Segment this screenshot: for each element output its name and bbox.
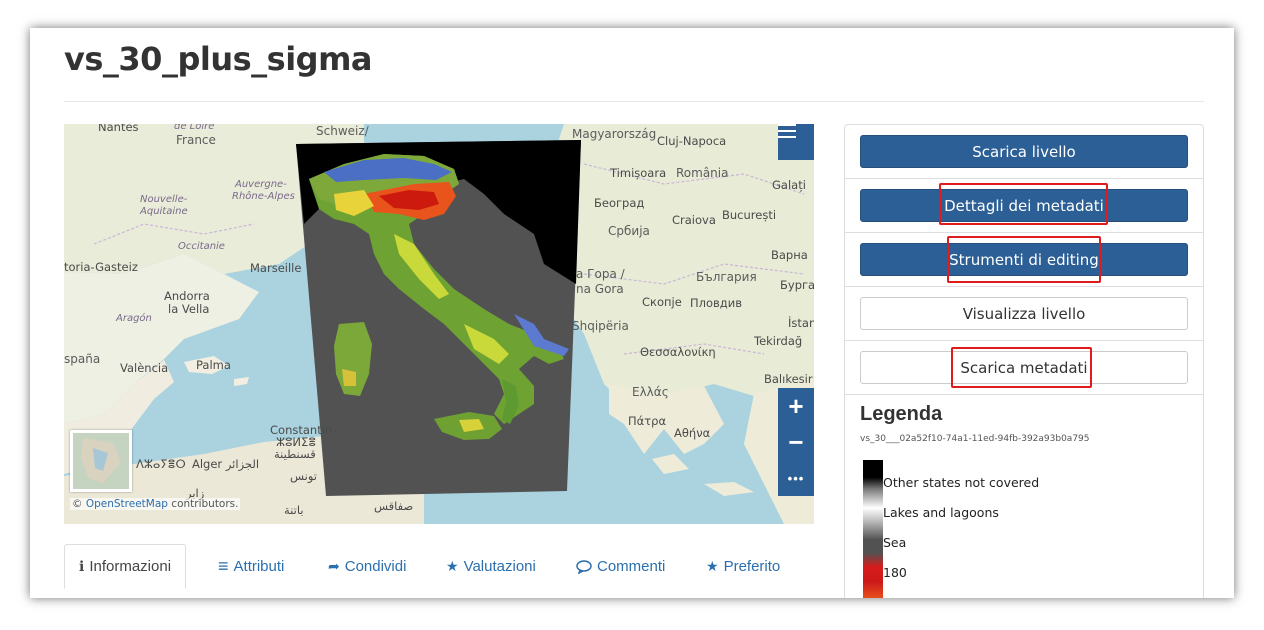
page-title: vs_30_plus_sigma — [64, 40, 373, 78]
map-label: Θεσσαλονίκη — [640, 345, 716, 359]
tab-label: Preferito — [723, 558, 781, 575]
map-label: България — [696, 270, 757, 284]
panel-row: Strumenti di editing — [845, 233, 1203, 287]
map-label: а Гора / — [576, 267, 625, 281]
tab-label: Informazioni — [89, 558, 172, 575]
legend-item: Lakes and lagoons — [883, 505, 999, 520]
map-label: Aquitaine — [140, 206, 188, 217]
tab-commenti[interactable]: Commenti — [562, 544, 679, 589]
tab-valutazioni[interactable]: ★ Valutazioni — [432, 544, 550, 589]
map-label: spaña — [64, 352, 101, 366]
map-label: Andorra — [164, 289, 210, 303]
map-label: Nantes — [98, 124, 139, 134]
map-label: Palma — [196, 358, 231, 372]
attribution-suffix: contributors. — [167, 498, 239, 510]
main-frame: vs_30_plus_sigma Nantes de Loire France … — [30, 28, 1234, 598]
legend-layer-id: vs_30___02a52f10-74a1-11ed-94fb-392a93b0… — [860, 434, 1090, 444]
legend-color-ramp — [863, 460, 883, 598]
map-label: Nouvelle- — [140, 194, 188, 205]
tab-label: Condividi — [344, 558, 407, 575]
map-label: Aragón — [116, 313, 152, 324]
panel-row: Scarica metadati — [845, 341, 1203, 395]
menu-icon — [778, 124, 796, 138]
panel-row: Dettagli dei metadati — [845, 179, 1203, 233]
map-label: Пловдив — [690, 296, 743, 310]
map-label: Србија — [608, 224, 650, 238]
map-label: Alger الجزائر — [192, 457, 260, 471]
map-menu-button[interactable] — [778, 124, 814, 160]
map-label: la Vella — [168, 302, 210, 316]
map-label: Marseille — [250, 261, 302, 275]
tab-preferito[interactable]: ★ Preferito — [692, 544, 794, 589]
map-label: Balıkesir — [764, 372, 813, 386]
map-label: Magyarország — [572, 127, 657, 141]
map-label: Πάτρα — [628, 414, 667, 428]
map-attribution: © OpenStreetMap contributors. — [70, 498, 241, 510]
map-label: toria-Gasteiz — [64, 260, 138, 274]
info-circle-icon: ℹ — [79, 558, 85, 574]
metadata-details-button[interactable]: Dettagli dei metadati — [860, 189, 1188, 222]
download-metadata-button[interactable]: Scarica metadati — [860, 351, 1188, 384]
star-icon: ★ — [706, 558, 719, 574]
map-label: Schweiz/ — [316, 124, 369, 138]
tab-label: Attributi — [233, 558, 285, 575]
list-icon: ≡ — [218, 556, 229, 576]
share-icon: ➦ — [328, 558, 340, 574]
panel-row: Visualizza livello — [845, 287, 1203, 341]
map-label: ⴷⵣⴰⵢⴻⵔ — [136, 457, 186, 471]
map-label: Craiova — [672, 213, 716, 227]
map-label: Бургас — [780, 278, 814, 292]
map-label: Tekirdağ — [754, 334, 803, 348]
zoom-out-button[interactable]: − — [778, 424, 814, 460]
layer-actions-panel: Scarica livello Dettagli dei metadati St… — [844, 124, 1204, 598]
panel-row: Scarica livello — [845, 125, 1203, 179]
map-label: Београд — [594, 196, 645, 210]
map-label: Cluj-Napoca — [657, 134, 727, 148]
legend-title: Legenda — [860, 403, 943, 425]
map-label: Ελλάς — [632, 385, 669, 399]
legend-item: Sea — [883, 535, 907, 550]
map-label: Rhône-Alpes — [232, 191, 295, 202]
minimap-preview — [73, 433, 129, 489]
legend-item: Other states not covered — [883, 475, 1040, 490]
overview-minimap[interactable] — [70, 430, 132, 492]
map-label: Скопје — [642, 295, 682, 309]
editing-tools-button[interactable]: Strumenti di editing — [860, 243, 1188, 276]
map-label: Auvergne- — [235, 179, 287, 190]
map-label: Αθήνα — [674, 426, 711, 440]
osm-link[interactable]: OpenStreetMap — [86, 498, 168, 510]
map-label: de Loire — [174, 124, 215, 132]
map-label: France — [176, 133, 216, 147]
legend-item: 180 — [883, 565, 907, 580]
map-label: València — [120, 361, 169, 375]
map-label: Shqipëria — [572, 319, 629, 333]
map-label: București — [722, 208, 777, 222]
detail-tabs: ℹ Informazioni ≡ Attributi ➦ Condividi ★… — [64, 544, 814, 598]
map-label: Варна — [771, 248, 808, 262]
tab-attributi[interactable]: ≡ Attributi — [204, 544, 298, 589]
map-label: تونس — [290, 469, 318, 483]
tab-label: Valutazioni — [463, 558, 536, 575]
map-label: Occitanie — [178, 241, 225, 252]
map-label: İstan — [788, 316, 814, 330]
tab-label: Commenti — [597, 558, 666, 575]
view-layer-button[interactable]: Visualizza livello — [860, 297, 1188, 330]
star-icon: ★ — [446, 558, 459, 574]
map-label: România — [676, 166, 729, 180]
map-label: Galați — [772, 178, 806, 192]
map-label: باتنة — [284, 503, 304, 517]
map-label: قسنطينة — [274, 447, 316, 461]
title-divider — [64, 101, 1204, 102]
attribution-prefix: © — [72, 498, 86, 510]
tab-informazioni[interactable]: ℹ Informazioni — [64, 544, 187, 589]
comment-icon — [576, 559, 592, 574]
tab-condividi[interactable]: ➦ Condividi — [314, 544, 420, 589]
map-label: صفاقس — [374, 499, 414, 513]
download-layer-button[interactable]: Scarica livello — [860, 135, 1188, 168]
map-viewer[interactable]: Nantes de Loire France Schweiz/ Magyaror… — [64, 124, 814, 524]
more-options-button[interactable]: ••• — [778, 460, 814, 496]
map-label: na Gora — [576, 282, 624, 296]
zoom-in-button[interactable]: + — [778, 388, 814, 424]
map-label: Timișoara — [610, 166, 667, 180]
